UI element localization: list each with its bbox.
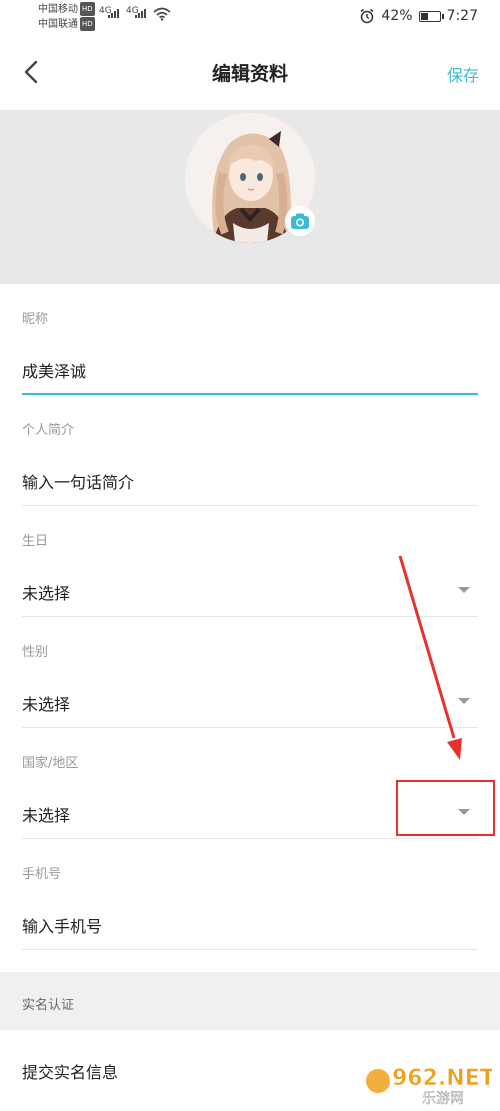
annotation-overlay — [398, 555, 462, 760]
annotation-arrowhead — [447, 738, 462, 760]
watermark-brand: 962.NET — [392, 1066, 492, 1091]
annotation-arrow — [398, 555, 456, 739]
annotation-highlight-box — [396, 780, 495, 836]
watermark-logo: 962.NET 乐游网 — [366, 1066, 492, 1107]
watermark-sub: 乐游网 — [422, 1091, 464, 1107]
